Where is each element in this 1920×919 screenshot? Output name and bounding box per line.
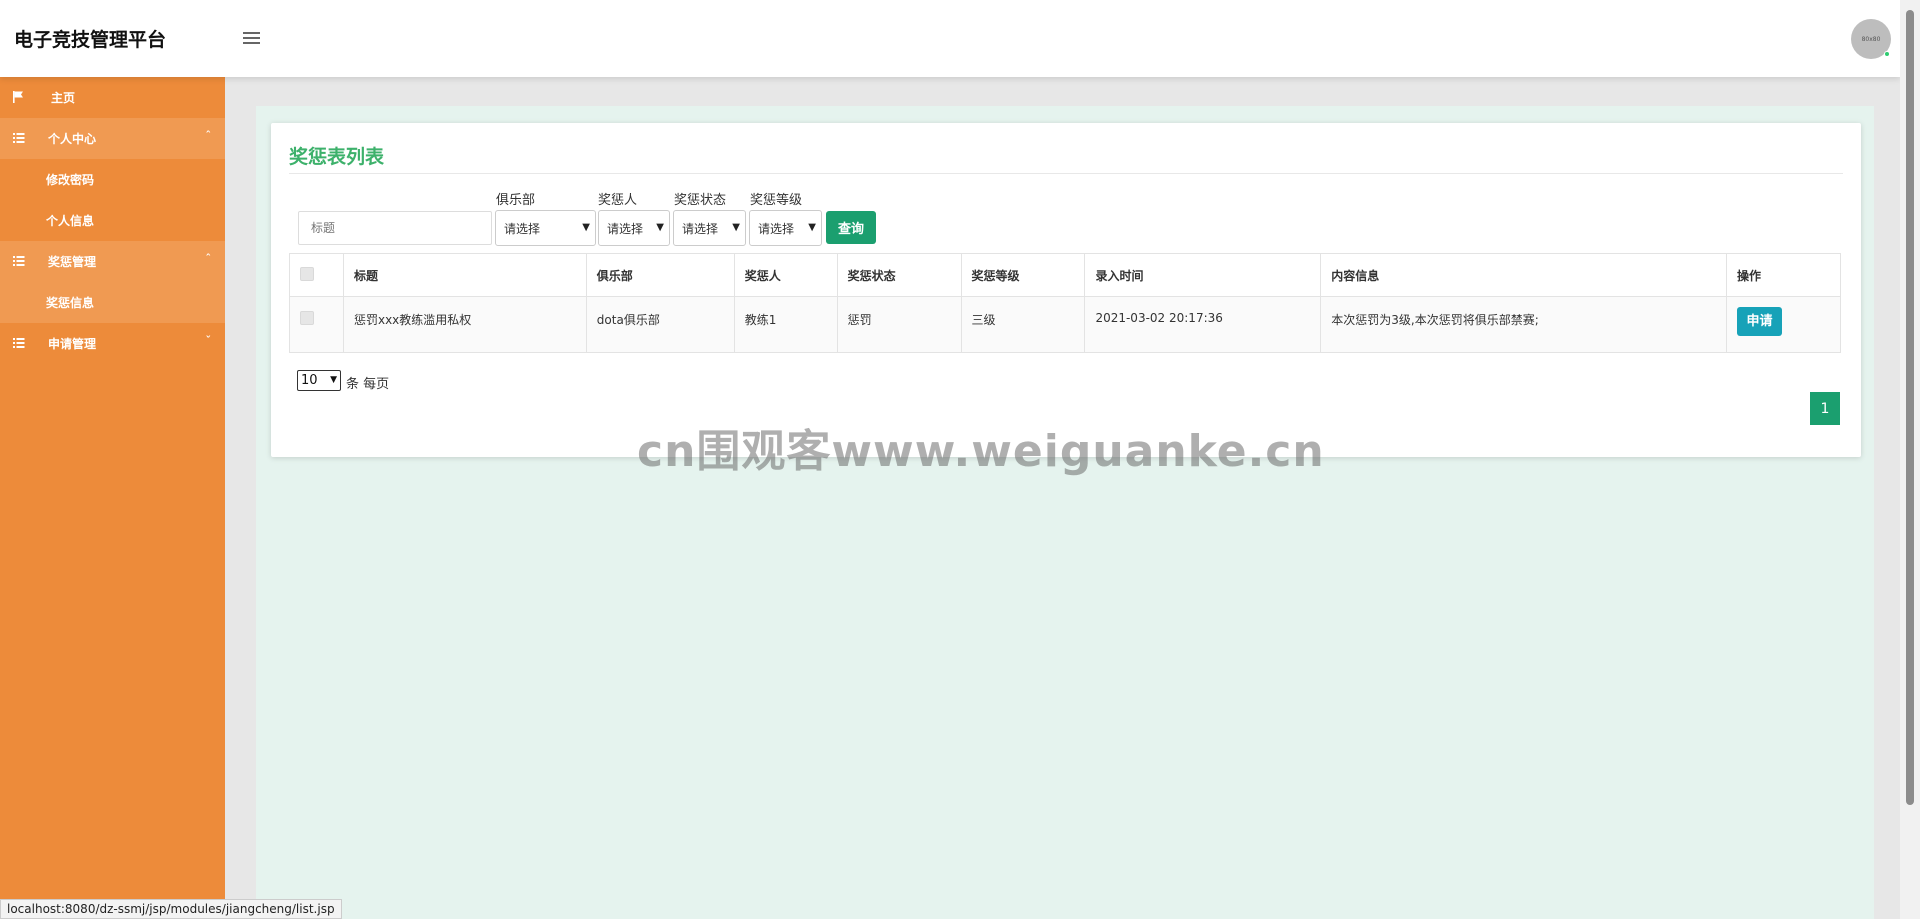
apply-button[interactable]: 申请 bbox=[1736, 307, 1782, 336]
checkbox[interactable] bbox=[300, 311, 314, 325]
header-select-all[interactable] bbox=[289, 253, 344, 297]
page-size-select[interactable]: 10 ▼ bbox=[297, 370, 341, 391]
list-icon bbox=[13, 133, 25, 143]
chevron-down-icon: ▼ bbox=[330, 375, 337, 385]
cell-level: 三级 bbox=[960, 296, 1086, 353]
sidebar-item-reward-info[interactable]: 奖惩信息 bbox=[0, 282, 225, 323]
list-icon bbox=[13, 338, 25, 348]
cell-action: 申请 bbox=[1725, 296, 1842, 353]
submenu-reward-punishment: 奖惩信息 bbox=[0, 282, 225, 323]
watermark-text: cn围观客www.weiguanke.cn bbox=[637, 426, 1325, 477]
cell-club: dota俱乐部 bbox=[585, 296, 735, 353]
query-button[interactable]: 查询 bbox=[826, 211, 876, 244]
sidebar-item-change-password[interactable]: 修改密码 bbox=[0, 159, 225, 200]
cell-status: 惩罚 bbox=[836, 296, 962, 353]
column-header: 标题 bbox=[342, 253, 587, 297]
title-divider bbox=[289, 173, 1843, 174]
row-select-cell[interactable] bbox=[289, 296, 344, 353]
filter-label-person: 奖惩人 bbox=[598, 193, 638, 208]
sidebar-item-home[interactable]: 主页 bbox=[0, 77, 225, 118]
flag-icon bbox=[13, 91, 23, 103]
sidebar-group-label: 申请管理 bbox=[48, 337, 97, 351]
filter-label-status: 奖惩状态 bbox=[674, 193, 727, 208]
filter-select-status[interactable]: 请选择 ▼ bbox=[673, 210, 746, 246]
select-value: 请选择 bbox=[758, 221, 795, 236]
page-title: 奖惩表列表 bbox=[289, 146, 385, 168]
filter-label-club: 俱乐部 bbox=[496, 193, 536, 208]
filter-select-club[interactable]: 请选择 ▼ bbox=[495, 210, 596, 246]
column-header: 奖惩等级 bbox=[960, 253, 1086, 297]
checkbox[interactable] bbox=[300, 266, 314, 281]
sidebar-group-personal-center[interactable]: 个人中心 ˆ bbox=[0, 118, 225, 159]
sidebar: 主页 个人中心 ˆ 修改密码 个人信息 奖惩管理 ˆ 奖惩信息 申请管理 ˇ bbox=[0, 77, 225, 919]
user-avatar[interactable]: 80x80 bbox=[1851, 19, 1891, 59]
app-brand: 电子竞技管理平台 bbox=[14, 29, 167, 51]
sidebar-item-label: 主页 bbox=[51, 91, 76, 105]
sidebar-group-label: 奖惩管理 bbox=[48, 255, 97, 269]
cell-person: 教练1 bbox=[733, 296, 838, 353]
menu-toggle-icon[interactable] bbox=[243, 32, 260, 44]
caret-up-icon: ˆ bbox=[205, 129, 212, 142]
sidebar-group-reward-punishment[interactable]: 奖惩管理 ˆ bbox=[0, 241, 225, 282]
sidebar-group-label: 个人中心 bbox=[48, 132, 97, 146]
pagination-page-button[interactable]: 1 bbox=[1810, 392, 1840, 425]
sidebar-group-application[interactable]: 申请管理 ˇ bbox=[0, 323, 225, 364]
select-value: 请选择 bbox=[682, 221, 719, 236]
page-scrollbar[interactable] bbox=[1900, 0, 1920, 919]
column-header: 俱乐部 bbox=[585, 253, 735, 297]
filter-select-level[interactable]: 请选择 ▼ bbox=[749, 210, 822, 246]
online-status-dot bbox=[1884, 51, 1890, 57]
submenu-personal-center: 修改密码 个人信息 bbox=[0, 159, 225, 241]
caret-up-icon: ˆ bbox=[205, 252, 212, 265]
chevron-down-icon: ▼ bbox=[732, 222, 740, 233]
filter-select-person[interactable]: 请选择 ▼ bbox=[598, 210, 670, 246]
caret-down-icon: ˇ bbox=[205, 334, 212, 347]
column-header: 录入时间 bbox=[1084, 253, 1322, 297]
cell-title: 惩罚xxx教练滥用私权 bbox=[342, 296, 587, 353]
page-size-label: 条 每页 bbox=[346, 377, 390, 392]
scrollbar-thumb[interactable] bbox=[1906, 10, 1914, 805]
table-row: 惩罚xxx教练滥用私权 dota俱乐部 教练1 惩罚 三级 2021-03-02… bbox=[289, 296, 1842, 353]
browser-status-url: localhost:8080/dz-ssmj/jsp/modules/jiang… bbox=[0, 899, 342, 919]
list-icon bbox=[13, 256, 25, 266]
cell-time: 2021-03-02 20:17:36 bbox=[1084, 296, 1322, 353]
chevron-down-icon: ▼ bbox=[808, 222, 816, 233]
chevron-down-icon: ▼ bbox=[582, 222, 590, 233]
avatar-placeholder-text: 80x80 bbox=[1861, 35, 1881, 43]
chevron-down-icon: ▼ bbox=[656, 222, 664, 233]
select-value: 请选择 bbox=[607, 221, 644, 236]
column-header: 操作 bbox=[1725, 253, 1842, 297]
sidebar-item-personal-info[interactable]: 个人信息 bbox=[0, 200, 225, 241]
column-header: 奖惩人 bbox=[733, 253, 838, 297]
select-value: 10 bbox=[301, 373, 318, 388]
select-value: 请选择 bbox=[504, 221, 541, 236]
data-table: 标题 俱乐部 奖惩人 奖惩状态 奖惩等级 录入时间 内容信息 操作 惩罚xxx教… bbox=[289, 253, 1842, 353]
column-header: 奖惩状态 bbox=[836, 253, 962, 297]
cell-content: 本次惩罚为3级,本次惩罚将俱乐部禁赛; bbox=[1320, 296, 1727, 353]
top-header: 电子竞技管理平台 80x80 bbox=[0, 0, 1900, 77]
filter-label-level: 奖惩等级 bbox=[750, 193, 803, 208]
list-card: 奖惩表列表 俱乐部 请选择 ▼ 奖惩人 请选择 ▼ 奖惩状态 请选择 ▼ 奖惩等… bbox=[271, 123, 1861, 457]
table-header-row: 标题 俱乐部 奖惩人 奖惩状态 奖惩等级 录入时间 内容信息 操作 bbox=[289, 253, 1842, 297]
title-search-input[interactable] bbox=[298, 211, 492, 245]
column-header: 内容信息 bbox=[1320, 253, 1727, 297]
